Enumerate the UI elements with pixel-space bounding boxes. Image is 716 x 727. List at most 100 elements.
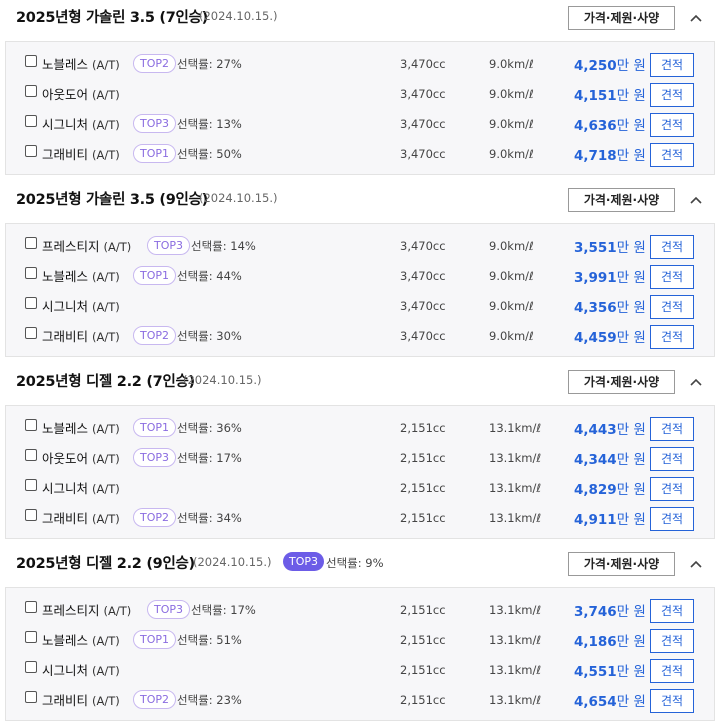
trim-checkbox[interactable] [25, 267, 37, 279]
trim-label: 그래비티 [42, 511, 89, 526]
transmission: (A/T) [103, 604, 132, 618]
displacement: 2,151cc [400, 663, 446, 677]
spec-button[interactable]: 가격·제원·사양 [568, 370, 675, 394]
section-header: 2025년형 가솔린 3.5 (9인승) (2024.10.15.) 가격·제원·사… [0, 182, 716, 223]
selection-rate: 선택률: 51% [177, 633, 242, 647]
transmission: (A/T) [92, 300, 120, 314]
trim-checkbox[interactable] [25, 661, 37, 673]
price-unit: 만 원 [616, 634, 646, 650]
price: 3,746만 원 [574, 600, 646, 620]
fuel-efficiency: 9.0km/ℓ [489, 117, 534, 131]
price: 4,344만 원 [574, 448, 646, 468]
trim-checkbox[interactable] [25, 419, 37, 431]
trim-label: 시그니처 [42, 663, 89, 678]
quote-button[interactable]: 견적 [650, 477, 694, 501]
trim-name[interactable]: 그래비티 (A/T) [42, 508, 120, 527]
selection-rate: 선택률: 44% [177, 269, 242, 283]
trim-checkbox[interactable] [25, 237, 37, 249]
quote-button[interactable]: 견적 [650, 265, 694, 289]
top-rank-badge: TOP1 [133, 266, 177, 285]
price-unit: 만 원 [616, 482, 646, 498]
trim-name[interactable]: 시그니처 (A/T) [42, 478, 120, 497]
top-rank-badge: TOP1 [133, 144, 177, 163]
trim-row: 프레스티지 (A/T) TOP3 선택률: 17% 2,151cc 13.1km/ℓ 3,… [6, 595, 714, 625]
trim-name[interactable]: 시그니처 (A/T) [42, 296, 120, 315]
price-value: 4,654 [574, 694, 617, 710]
trim-checkbox[interactable] [25, 601, 37, 613]
quote-button[interactable]: 견적 [650, 507, 694, 531]
trim-row: 노블레스 (A/T) TOP2 선택률: 27% 3,470cc 9.0km/ℓ 4,25… [6, 49, 714, 79]
price-unit: 만 원 [616, 240, 646, 256]
top-rank-badge: TOP2 [133, 508, 177, 527]
price: 4,551만 원 [574, 660, 646, 680]
chevron-up-icon[interactable] [688, 556, 704, 572]
trim-checkbox[interactable] [25, 85, 37, 97]
trim-name[interactable]: 시그니처 (A/T) [42, 660, 120, 679]
chevron-up-icon[interactable] [688, 374, 704, 390]
trim-checkbox[interactable] [25, 631, 37, 643]
trim-name[interactable]: 아웃도어 (A/T) [42, 448, 120, 467]
trim-checkbox[interactable] [25, 479, 37, 491]
quote-button[interactable]: 견적 [650, 689, 694, 713]
quote-button[interactable]: 견적 [650, 599, 694, 623]
price: 3,551만 원 [574, 236, 646, 256]
transmission: (A/T) [92, 118, 120, 132]
trim-checkbox[interactable] [25, 449, 37, 461]
trim-checkbox[interactable] [25, 55, 37, 67]
selection-rate: 선택률: 13% [177, 117, 242, 131]
trim-name[interactable]: 노블레스 (A/T) [42, 630, 120, 649]
trim-label: 그래비티 [42, 693, 89, 708]
trim-checkbox[interactable] [25, 297, 37, 309]
top-rank-badge: TOP3 [147, 236, 191, 255]
trim-name[interactable]: 그래비티 (A/T) [42, 326, 120, 345]
fuel-efficiency: 13.1km/ℓ [489, 451, 542, 465]
price-value: 4,151 [574, 88, 617, 104]
trim-name[interactable]: 노블레스 (A/T) [42, 266, 120, 285]
trim-name[interactable]: 그래비티 (A/T) [42, 690, 120, 709]
quote-button[interactable]: 견적 [650, 295, 694, 319]
trim-table: 노블레스 (A/T) TOP1 선택률: 36% 2,151cc 13.1km/ℓ 4,4… [5, 405, 715, 539]
trim-label: 노블레스 [42, 269, 89, 284]
quote-button[interactable]: 견적 [650, 53, 694, 77]
transmission: (A/T) [92, 634, 120, 648]
price: 4,186만 원 [574, 630, 646, 650]
trim-row: 시그니처 (A/T) 2,151cc 13.1km/ℓ 4,829만 원 견적 [6, 473, 714, 503]
trim-checkbox[interactable] [25, 145, 37, 157]
trim-checkbox[interactable] [25, 327, 37, 339]
quote-button[interactable]: 견적 [650, 235, 694, 259]
trim-name[interactable]: 시그니처 (A/T) [42, 114, 120, 133]
top-rank-badge: TOP2 [133, 326, 177, 345]
quote-button[interactable]: 견적 [650, 659, 694, 683]
quote-button[interactable]: 견적 [650, 447, 694, 471]
chevron-up-icon[interactable] [688, 10, 704, 26]
price-unit: 만 원 [616, 452, 646, 468]
trim-name[interactable]: 노블레스 (A/T) [42, 418, 120, 437]
trim-name[interactable]: 아웃도어 (A/T) [42, 84, 120, 103]
spec-button[interactable]: 가격·제원·사양 [568, 188, 675, 212]
trim-name[interactable]: 프레스티지 (A/T) [42, 600, 131, 619]
quote-button[interactable]: 견적 [650, 143, 694, 167]
price: 4,459만 원 [574, 326, 646, 346]
trim-checkbox[interactable] [25, 115, 37, 127]
spec-button[interactable]: 가격·제원·사양 [568, 552, 675, 576]
chevron-up-icon[interactable] [688, 192, 704, 208]
price-value: 4,356 [574, 300, 617, 316]
price: 4,250만 원 [574, 54, 646, 74]
quote-button[interactable]: 견적 [650, 417, 694, 441]
price: 4,151만 원 [574, 84, 646, 104]
trim-name[interactable]: 노블레스 (A/T) [42, 54, 120, 73]
trim-name[interactable]: 그래비티 (A/T) [42, 144, 120, 163]
quote-button[interactable]: 견적 [650, 629, 694, 653]
model-title: 2025년형 디젤 2.2 (7인승) [16, 374, 195, 390]
quote-button[interactable]: 견적 [650, 113, 694, 137]
spec-button[interactable]: 가격·제원·사양 [568, 6, 675, 30]
trim-checkbox[interactable] [25, 509, 37, 521]
trim-checkbox[interactable] [25, 691, 37, 703]
price-unit: 만 원 [616, 604, 646, 620]
quote-button[interactable]: 견적 [650, 325, 694, 349]
displacement: 3,470cc [400, 269, 446, 283]
quote-button[interactable]: 견적 [650, 83, 694, 107]
transmission: (A/T) [92, 58, 120, 72]
selection-rate: 선택률: 9% [326, 556, 384, 570]
trim-name[interactable]: 프레스티지 (A/T) [42, 236, 131, 255]
